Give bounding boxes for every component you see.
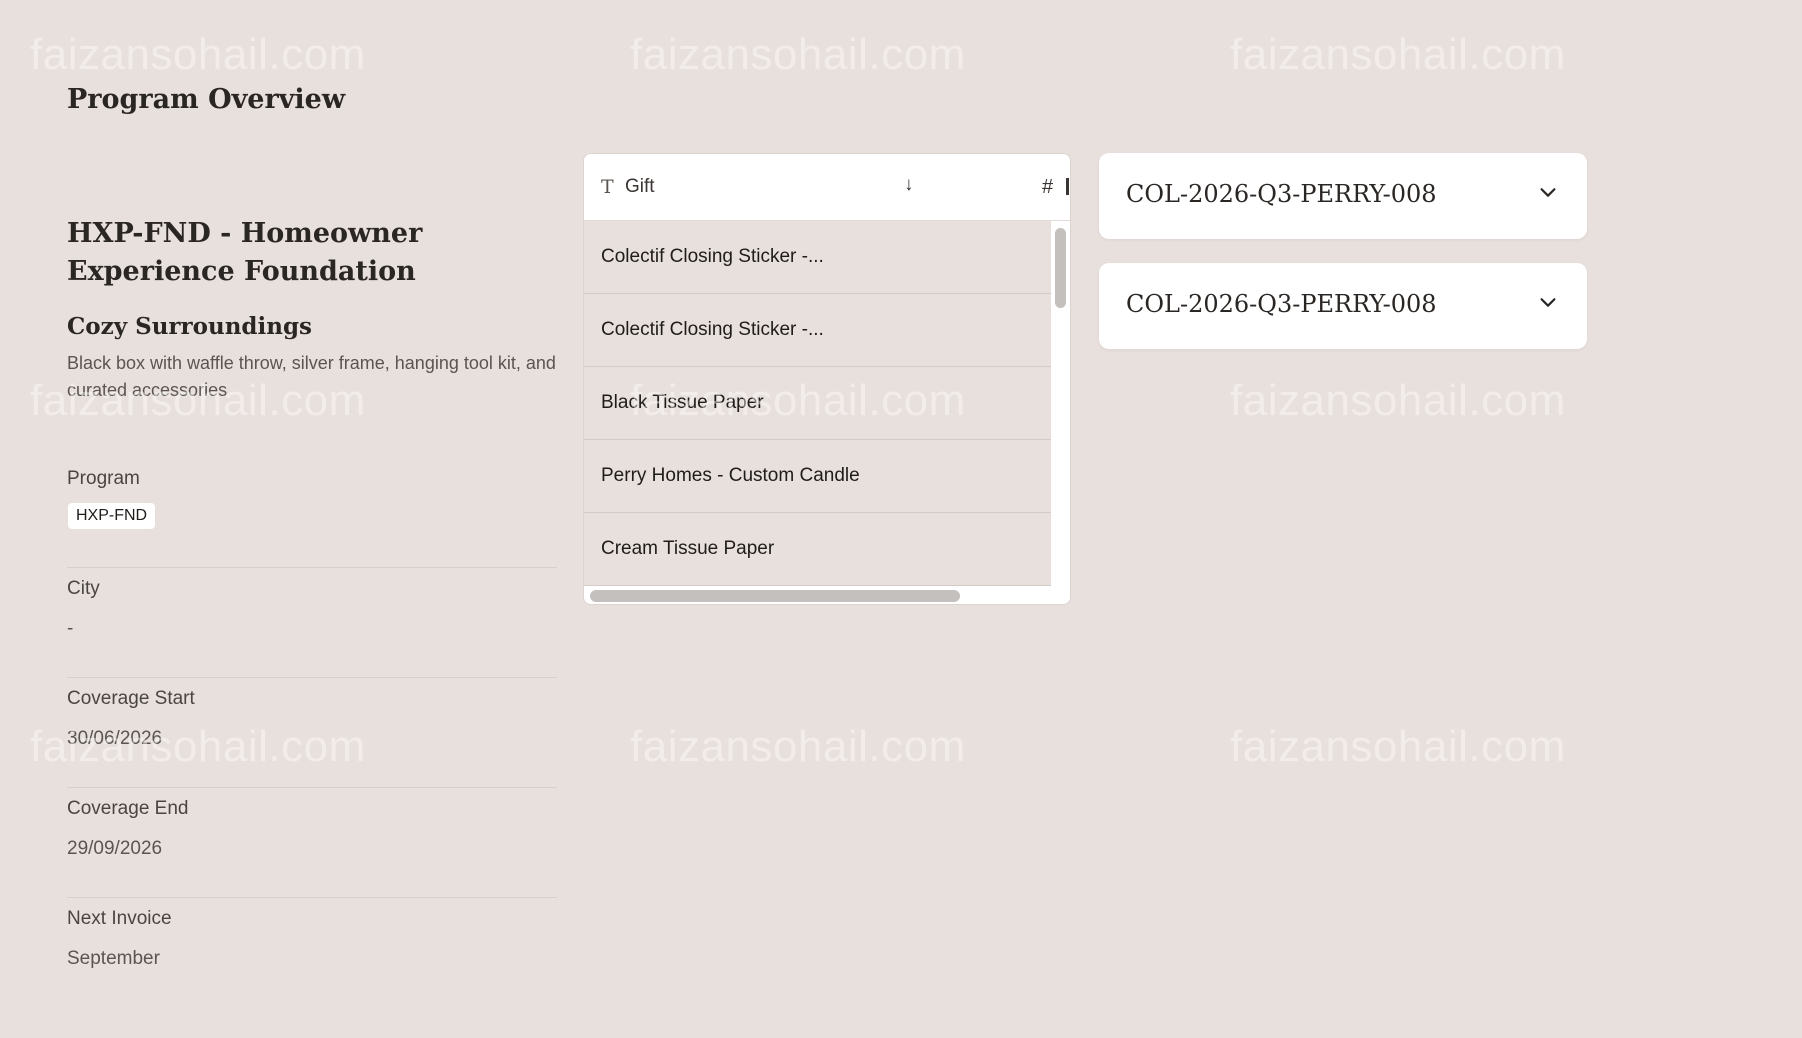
watermark: faizansohail.com: [1230, 30, 1566, 79]
watermark: faizansohail.com: [1230, 376, 1566, 425]
horizontal-scrollbar-thumb[interactable]: [590, 590, 960, 602]
watermark: faizansohail.com: [630, 722, 966, 771]
field-program: Program HXP-FND: [67, 458, 557, 568]
page-title: Program Overview: [67, 84, 346, 115]
field-value: 29/09/2026: [67, 838, 163, 859]
field-label: Program: [67, 468, 140, 489]
watermark: faizansohail.com: [1230, 722, 1566, 771]
detail-fields: Program HXP-FND City - Coverage Start 30…: [67, 458, 557, 1008]
watermark: faizansohail.com: [630, 30, 966, 79]
organization-name: HXP-FND - Homeowner Experience Foundatio…: [67, 218, 423, 287]
table-row[interactable]: Colectif Closing Sticker -...: [584, 221, 1051, 294]
table-row[interactable]: Black Tissue Paper: [584, 367, 1051, 440]
chevron-down-icon[interactable]: [1537, 181, 1559, 203]
box-name: Cozy Surroundings: [67, 313, 313, 340]
field-value: September: [67, 948, 160, 969]
table-row[interactable]: Colectif Closing Sticker -...: [584, 294, 1051, 367]
program-tag: HXP-FND: [67, 502, 157, 530]
field-value: 30/06/2026: [67, 728, 163, 749]
sort-arrow-down-icon[interactable]: ↓: [904, 174, 914, 196]
box-description: Black box with waffle throw, silver fram…: [67, 353, 556, 400]
chevron-down-icon[interactable]: [1537, 291, 1559, 313]
field-label: Coverage Start: [67, 688, 195, 709]
number-type-icon: #: [1042, 176, 1054, 198]
horizontal-scrollbar[interactable]: [584, 586, 1070, 604]
program-summary: HXP-FND - Homeowner Experience Foundatio…: [67, 215, 557, 1008]
accordion-title: COL-2026-Q3-PERRY-008: [1126, 180, 1437, 208]
field-next-invoice: Next Invoice September: [67, 898, 557, 1008]
vertical-scrollbar[interactable]: [1051, 221, 1070, 586]
table-body: Colectif Closing Sticker -... Colectif C…: [584, 221, 1051, 586]
field-city: City -: [67, 568, 557, 678]
table-header: T Gift ↓ #: [584, 154, 1070, 221]
text-type-icon: T: [601, 176, 614, 198]
collection-accordion[interactable]: COL-2026-Q3-PERRY-008: [1099, 263, 1587, 349]
field-label: Coverage End: [67, 798, 189, 819]
vertical-scrollbar-thumb[interactable]: [1055, 228, 1066, 308]
field-value: -: [67, 618, 74, 639]
page: faizansohail.com faizansohail.com faizan…: [0, 0, 1802, 1038]
collection-accordion[interactable]: COL-2026-Q3-PERRY-008: [1099, 153, 1587, 239]
gifts-table: T Gift ↓ # Colectif Closing Sticker -...…: [583, 153, 1071, 605]
table-row[interactable]: Perry Homes - Custom Candle: [584, 440, 1051, 513]
field-label: Next Invoice: [67, 908, 172, 929]
field-label: City: [67, 578, 100, 599]
field-coverage-start: Coverage Start 30/06/2026: [67, 678, 557, 788]
column-header-truncated[interactable]: [1066, 178, 1069, 195]
column-header-gift[interactable]: Gift: [625, 176, 655, 198]
table-row[interactable]: Cream Tissue Paper: [584, 513, 1051, 586]
accordion-title: COL-2026-Q3-PERRY-008: [1126, 290, 1437, 318]
field-coverage-end: Coverage End 29/09/2026: [67, 788, 557, 898]
watermark: faizansohail.com: [30, 30, 366, 79]
